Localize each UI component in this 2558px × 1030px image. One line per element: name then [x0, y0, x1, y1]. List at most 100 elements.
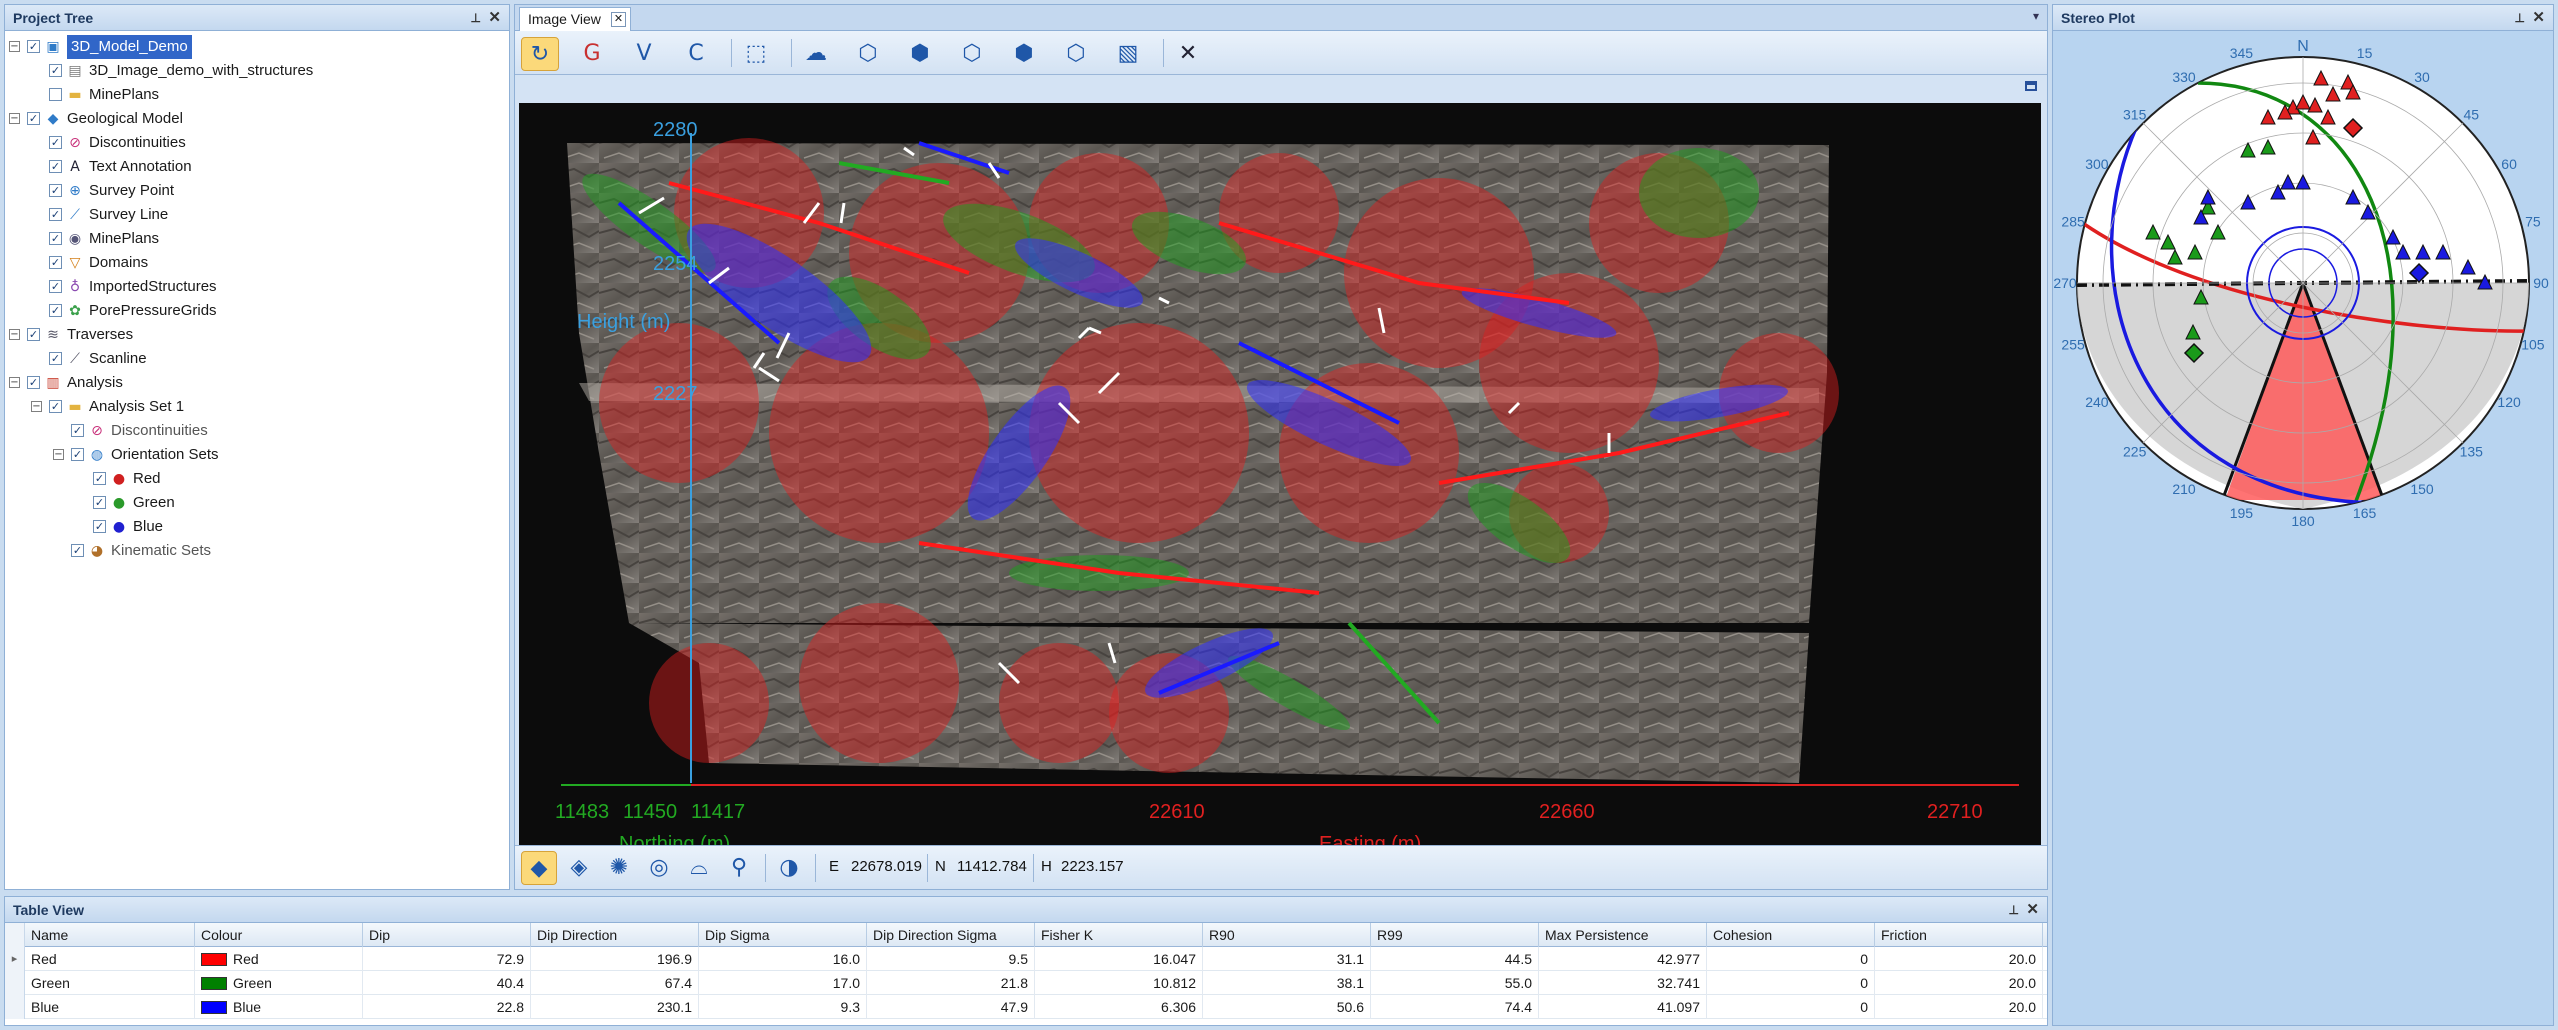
cell-name[interactable]: Blue: [25, 995, 195, 1019]
tree-checkbox[interactable]: [49, 88, 62, 101]
tree-item[interactable]: ✓ ▤ 3D_Image_demo_with_structures: [5, 59, 509, 83]
cell-dip-direction-sigma[interactable]: 47.9: [867, 995, 1035, 1019]
table-row[interactable]: Blue Blue 22.8 230.1 9.3 47.9 6.306 50.6 74.4 41.…: [5, 995, 2047, 1019]
cell-colour[interactable]: Red: [195, 947, 363, 971]
tree-item[interactable]: − ✓ ▣ 3D_Model_Demo: [5, 35, 509, 59]
column-header[interactable]: Cohesion: [1707, 923, 1875, 947]
tree-collapse-toggle[interactable]: −: [9, 329, 20, 340]
cell-fisher-k[interactable]: 10.812: [1035, 971, 1203, 995]
tree-checkbox[interactable]: ✓: [49, 352, 62, 365]
close-icon[interactable]: ✕: [2532, 5, 2545, 31]
tree-item[interactable]: ✓ A Text Annotation: [5, 155, 509, 179]
cell-dip-direction-sigma[interactable]: 21.8: [867, 971, 1035, 995]
pin-icon[interactable]: ⊥: [471, 5, 481, 31]
colour-swatch[interactable]: [201, 953, 227, 966]
tree-item[interactable]: − ✓ ◆ Geological Model: [5, 107, 509, 131]
tree-checkbox[interactable]: ✓: [49, 304, 62, 317]
cell-fisher-k[interactable]: 16.047: [1035, 947, 1203, 971]
zoom-extent-icon[interactable]: ⬚: [737, 37, 775, 71]
cube-wire-icon[interactable]: ▧: [1109, 37, 1147, 71]
survey-icon[interactable]: ⚲: [721, 851, 757, 885]
row-selector[interactable]: ▸: [5, 947, 25, 971]
tree-checkbox[interactable]: ✓: [49, 64, 62, 77]
contrast-icon[interactable]: ◑: [771, 851, 807, 885]
tree-checkbox[interactable]: ✓: [71, 424, 84, 437]
cell-dip[interactable]: 72.9: [363, 947, 531, 971]
cell-name[interactable]: Red: [25, 947, 195, 971]
cell-cohesion[interactable]: 0: [1707, 995, 1875, 1019]
rotate-icon[interactable]: ↻: [521, 37, 559, 71]
tree-item[interactable]: ▬ MinePlans: [5, 83, 509, 107]
tree-item[interactable]: ✓ ▽ Domains: [5, 251, 509, 275]
tree-checkbox[interactable]: ✓: [93, 520, 106, 533]
tree-item[interactable]: ✓ ♁ ImportedStructures: [5, 275, 509, 299]
column-header[interactable]: R99: [1371, 923, 1539, 947]
tree-item[interactable]: − ✓ ≋ Traverses: [5, 323, 509, 347]
cell-colour[interactable]: Blue: [195, 995, 363, 1019]
cell-r99[interactable]: 55.0: [1371, 971, 1539, 995]
tree-item[interactable]: ✓ ● Blue: [5, 515, 509, 539]
tree-item[interactable]: ✓ ◉ MinePlans: [5, 227, 509, 251]
cell-colour[interactable]: Green: [195, 971, 363, 995]
cell-max-persistence[interactable]: 32.741: [1539, 971, 1707, 995]
tree-checkbox[interactable]: ✓: [49, 136, 62, 149]
tree-checkbox[interactable]: ✓: [93, 472, 106, 485]
cell-fisher-k[interactable]: 6.306: [1035, 995, 1203, 1019]
column-header[interactable]: Dip Sigma: [699, 923, 867, 947]
tree-item[interactable]: − ✓ ◍ Orientation Sets: [5, 443, 509, 467]
column-header[interactable]: Friction: [1875, 923, 2043, 947]
tree-checkbox[interactable]: ✓: [49, 232, 62, 245]
look-icon[interactable]: ☁: [797, 37, 835, 71]
plane-4-icon[interactable]: ⬢: [1005, 37, 1043, 71]
tree-item[interactable]: − ✓ ▬ Analysis Set 1: [5, 395, 509, 419]
table-row[interactable]: ▸ Red Red 72.9 196.9 16.0 9.5 16.047 31.1 44.5 42.…: [5, 947, 2047, 971]
plane-1-icon[interactable]: ⬡: [849, 37, 887, 71]
tree-collapse-toggle[interactable]: −: [9, 41, 20, 52]
tree-item[interactable]: ✓ ⊘ Discontinuities: [5, 131, 509, 155]
cell-r90[interactable]: 38.1: [1203, 971, 1371, 995]
pin-icon[interactable]: ⊥: [2515, 5, 2525, 31]
cell-friction[interactable]: 20.0: [1875, 947, 2043, 971]
tree-checkbox[interactable]: ✓: [71, 448, 84, 461]
tree-checkbox[interactable]: ✓: [49, 208, 62, 221]
colour-swatch[interactable]: [201, 1001, 227, 1014]
reset-view-icon[interactable]: G: [573, 37, 611, 71]
column-header[interactable]: Colour: [195, 923, 363, 947]
cell-dip-direction[interactable]: 196.9: [531, 947, 699, 971]
maximize-icon[interactable]: [2025, 81, 2037, 91]
tree-checkbox[interactable]: ✓: [49, 160, 62, 173]
colour-swatch[interactable]: [201, 977, 227, 990]
column-header[interactable]: Max Persistence: [1539, 923, 1707, 947]
plane-3-icon[interactable]: ⬡: [953, 37, 991, 71]
tree-item[interactable]: ✓ ⊘ Discontinuities: [5, 419, 509, 443]
tree-checkbox[interactable]: ✓: [71, 544, 84, 557]
tree-item[interactable]: ✓ ⊕ Survey Point: [5, 179, 509, 203]
cell-r90[interactable]: 50.6: [1203, 995, 1371, 1019]
tree-item[interactable]: ✓ ⟋ Scanline: [5, 347, 509, 371]
close-icon[interactable]: ✕: [1169, 37, 1207, 71]
row-selector[interactable]: [5, 995, 25, 1019]
column-header[interactable]: Name: [25, 923, 195, 947]
cell-name[interactable]: Green: [25, 971, 195, 995]
cell-friction[interactable]: 20.0: [1875, 971, 2043, 995]
cell-friction[interactable]: 20.0: [1875, 995, 2043, 1019]
tree-checkbox[interactable]: ✓: [49, 256, 62, 269]
tree-checkbox[interactable]: ✓: [49, 400, 62, 413]
tree-checkbox[interactable]: ✓: [27, 40, 40, 53]
tree-item[interactable]: ✓ ✿ PorePressureGrids: [5, 299, 509, 323]
column-header[interactable]: Fisher K: [1035, 923, 1203, 947]
stereonet[interactable]: 15 30 45 60 75 90 105 120 135 150 165 180 195 210 225 2…: [2053, 33, 2553, 553]
cell-dip-sigma[interactable]: 9.3: [699, 995, 867, 1019]
cell-max-persistence[interactable]: 41.097: [1539, 995, 1707, 1019]
tree-checkbox[interactable]: ✓: [49, 184, 62, 197]
tree-collapse-toggle[interactable]: −: [31, 401, 42, 412]
tree-checkbox[interactable]: ✓: [49, 280, 62, 293]
tree-item[interactable]: ✓ ⟋ Survey Line: [5, 203, 509, 227]
box-icon[interactable]: ⬡: [1057, 37, 1095, 71]
column-header[interactable]: Dip: [363, 923, 531, 947]
tree-checkbox[interactable]: ✓: [93, 496, 106, 509]
tree-collapse-toggle[interactable]: −: [53, 449, 64, 460]
cell-cohesion[interactable]: 0: [1707, 971, 1875, 995]
tree-checkbox[interactable]: ✓: [27, 376, 40, 389]
tree-item[interactable]: ✓ ◕ Kinematic Sets: [5, 539, 509, 563]
